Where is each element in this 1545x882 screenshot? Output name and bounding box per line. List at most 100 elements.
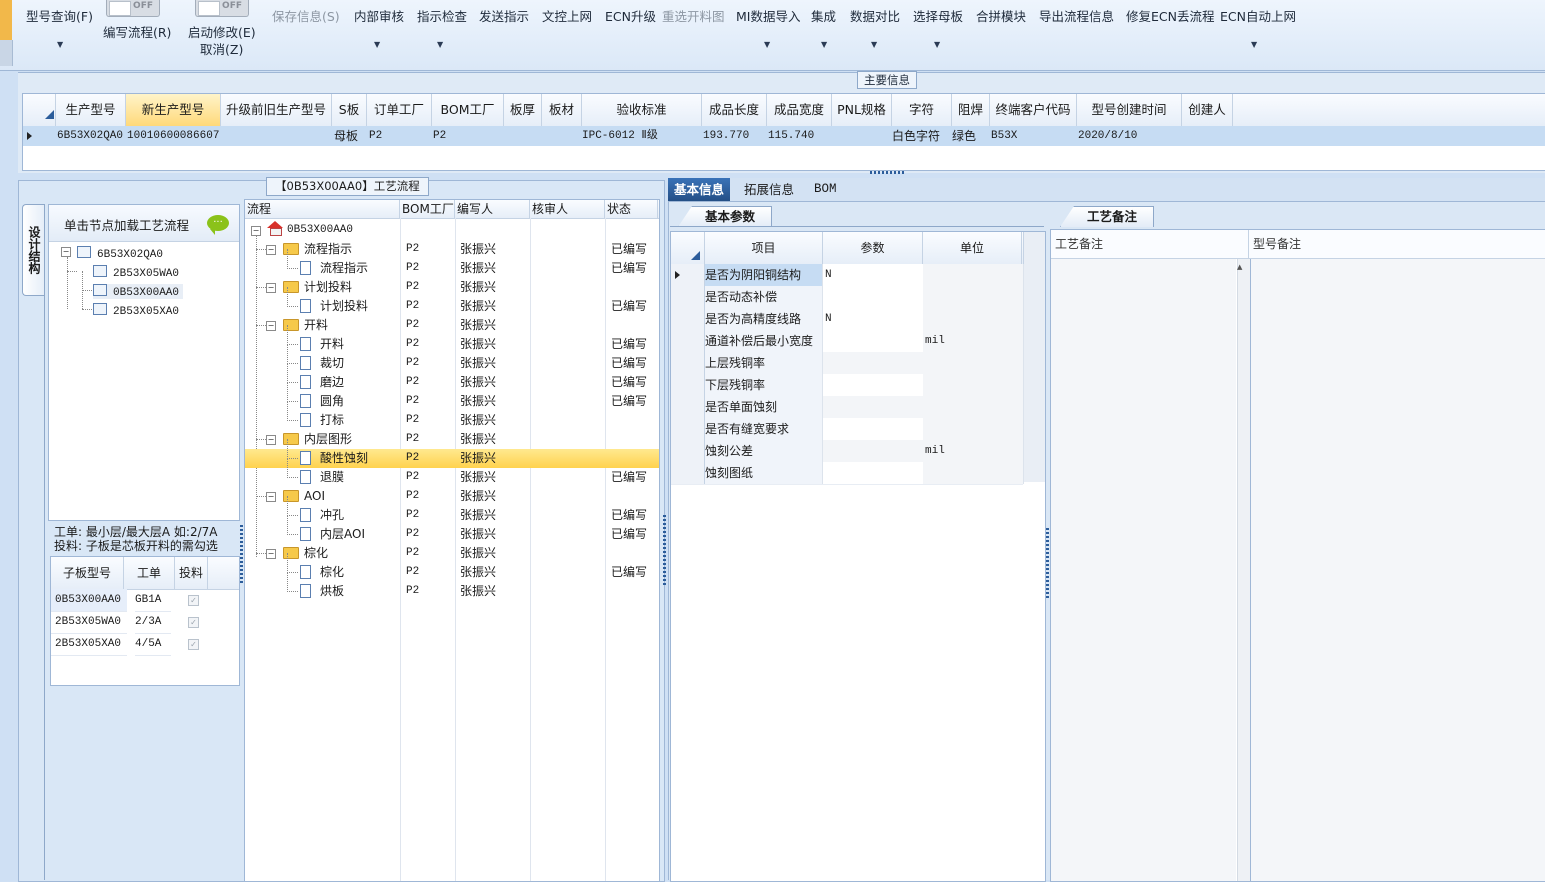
param-unit[interactable] [923, 396, 1024, 418]
flow-row[interactable]: − 流程指示 P2 张振兴 已编写 [245, 240, 659, 259]
ecn-auto-online-button[interactable]: ECN自动上网 [1220, 6, 1296, 25]
scroll-up-icon[interactable]: ▲ [1237, 263, 1242, 271]
reselect-cutting-button[interactable]: 重选开料图 [662, 6, 725, 25]
chevron-down-icon[interactable]: ▼ [871, 40, 877, 49]
flow-row[interactable]: 退膜 P2 张振兴 已编写 [245, 458, 659, 487]
doc-online-button[interactable]: 文控上网 [542, 6, 592, 25]
chevron-down-icon[interactable]: ▼ [1251, 40, 1257, 49]
col-header[interactable]: 板材 [542, 94, 582, 126]
col-header[interactable]: PNL规格 [832, 94, 892, 126]
cancel-button[interactable]: 取消(Z) [200, 39, 243, 58]
param-unit[interactable] [923, 374, 1024, 396]
collapse-icon[interactable]: − [266, 492, 276, 502]
sub-model-cell[interactable]: 2B53X05WA0 [51, 611, 127, 634]
tab-process-remark[interactable]: 工艺备注 [1060, 206, 1155, 227]
chevron-down-icon[interactable]: ▼ [437, 40, 443, 49]
tree-node[interactable]: 6B53X02QA0 [77, 246, 163, 261]
param-value-input[interactable] [823, 330, 924, 352]
tab-design-structure[interactable]: 设计结构 [22, 204, 45, 296]
flow-row[interactable]: − 内层图形 P2 张振兴 [245, 430, 659, 449]
splitter-grip[interactable] [663, 515, 666, 585]
col-header[interactable]: 子板型号 [51, 557, 124, 589]
write-flow-button[interactable]: 编写流程(R) [103, 22, 171, 41]
cell-char[interactable]: 白色字符 [892, 126, 940, 146]
collapse-icon[interactable]: − [266, 245, 276, 255]
feed-checkbox[interactable]: ✓ [188, 595, 199, 606]
param-value-input[interactable] [823, 286, 924, 308]
merge-module-button[interactable]: 合拼模块 [976, 6, 1026, 25]
param-row[interactable]: 是否有缝宽要求 [671, 418, 1024, 441]
param-value-input[interactable]: N [823, 264, 924, 286]
cell-customer[interactable]: B53X [991, 126, 1017, 146]
collapse-icon[interactable]: − [251, 226, 261, 236]
col-header[interactable]: BOM工厂 [400, 200, 455, 218]
chevron-down-icon[interactable]: ▼ [934, 40, 940, 49]
col-header[interactable]: 阻焊 [952, 94, 990, 126]
sub-model-cell[interactable]: 2B53X05XA0 [51, 633, 127, 656]
param-row[interactable]: 通道补偿后最小宽度 mil [671, 330, 1024, 353]
col-header[interactable]: 参数 [823, 232, 923, 264]
col-header[interactable]: 编写人 [455, 200, 530, 218]
flow-row[interactable]: − 计划投料 P2 张振兴 [245, 278, 659, 297]
col-header[interactable]: 成品宽度 [767, 94, 832, 126]
param-unit[interactable] [923, 352, 1024, 374]
param-row[interactable]: 蚀刻图纸 [671, 462, 1024, 485]
col-header[interactable]: 终端客户代码 [990, 94, 1077, 126]
flow-row[interactable]: 开料 P2 张振兴 已编写 [245, 325, 659, 354]
cell-width[interactable]: 115.740 [768, 126, 814, 146]
flow-row[interactable]: − AOI P2 张振兴 [245, 487, 659, 506]
col-header[interactable]: BOM工厂 [432, 94, 504, 126]
param-row[interactable]: 是否为高精度线路 N [671, 308, 1024, 331]
col-header[interactable]: 升级前旧生产型号 [221, 94, 332, 126]
param-value-input[interactable] [823, 352, 924, 374]
flow-row[interactable]: 烘板 P2 张振兴 [245, 572, 659, 601]
col-header[interactable]: 型号创建时间 [1077, 94, 1182, 126]
cell-solder[interactable]: 绿色 [952, 126, 976, 146]
tab-basic-params[interactable]: 基本参数 [678, 206, 773, 227]
flow-row[interactable]: 计划投料 P2 张振兴 已编写 [245, 287, 659, 316]
collapse-icon[interactable]: − [266, 283, 276, 293]
col-header[interactable]: 成品长度 [702, 94, 767, 126]
param-row[interactable]: 是否为阴阳铜结构 N [671, 264, 1024, 287]
sub-order-cell[interactable]: GB1A [135, 589, 171, 612]
param-row[interactable]: 蚀刻公差 mil [671, 440, 1024, 463]
tree-node[interactable]: 2B53X05XA0 [93, 303, 179, 318]
export-flow-button[interactable]: 导出流程信息 [1039, 6, 1114, 25]
process-remark-textarea[interactable] [1051, 259, 1236, 881]
param-unit[interactable]: mil [923, 330, 1024, 352]
tab-bom[interactable]: BOM [808, 178, 843, 201]
col-header[interactable]: 创建人 [1182, 94, 1233, 126]
col-header[interactable]: S板 [332, 94, 367, 126]
splitter-grip[interactable] [1046, 528, 1049, 598]
integrate-button[interactable]: 集成 [811, 6, 836, 25]
save-info-button[interactable]: 保存信息(S) [272, 6, 340, 25]
flow-row[interactable]: 流程指示 P2 张振兴 已编写 [245, 249, 659, 278]
collapse-icon[interactable]: − [61, 247, 71, 257]
data-compare-button[interactable]: 数据对比 [850, 6, 900, 25]
col-header[interactable]: 状态 [605, 200, 658, 218]
param-value-input[interactable]: N [823, 308, 924, 330]
param-unit[interactable] [923, 418, 1024, 440]
param-unit[interactable] [923, 264, 1024, 286]
col-header[interactable]: 板厚 [504, 94, 542, 126]
feed-checkbox[interactable]: ✓ [188, 639, 199, 650]
collapse-icon[interactable]: − [266, 549, 276, 559]
col-header[interactable]: 流程 [245, 200, 400, 218]
col-header[interactable]: 订单工厂 [367, 94, 432, 126]
param-row[interactable]: 是否动态补偿 [671, 286, 1024, 309]
cell-s-board[interactable]: 母板 [334, 126, 358, 146]
ecn-upgrade-button[interactable]: ECN升级 [605, 6, 656, 25]
param-row[interactable]: 是否单面蚀刻 [671, 396, 1024, 419]
flow-root-row[interactable]: − 0B53X00AA0 [245, 221, 659, 240]
chevron-down-icon[interactable]: ▼ [764, 40, 770, 49]
cell-length[interactable]: 193.770 [703, 126, 749, 146]
flow-row[interactable]: 棕化 P2 张振兴 已编写 [245, 553, 659, 582]
model-query-button[interactable]: 型号查询(F) [26, 6, 93, 25]
param-value-input[interactable] [823, 374, 924, 396]
param-unit[interactable] [923, 462, 1024, 484]
tree-node-selected[interactable]: 0B53X00AA0 [93, 284, 184, 299]
scrollbar-track[interactable] [1023, 232, 1045, 482]
sub-order-cell[interactable]: 4/5A [135, 633, 171, 656]
param-unit[interactable]: mil [923, 440, 1024, 462]
model-remark-textarea[interactable] [1251, 259, 1545, 881]
